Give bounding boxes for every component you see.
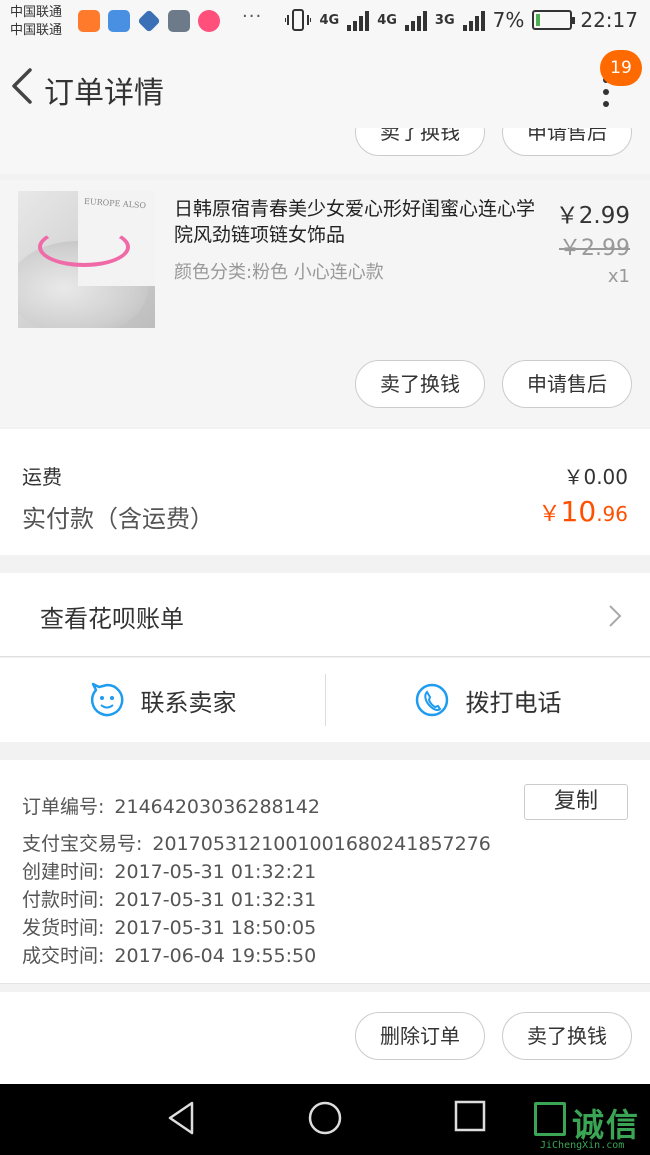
shipped-row: 发货时间: 2017-05-31 18:50:05 bbox=[22, 913, 316, 940]
paid-row: 付款时间: 2017-05-31 01:32:31 bbox=[22, 885, 316, 912]
aftersale-button-previous[interactable]: 申请售后 bbox=[502, 128, 632, 156]
signal-icon-3 bbox=[462, 9, 485, 31]
order-number-label: 订单编号: bbox=[22, 796, 105, 818]
network-type-3: 3G bbox=[434, 12, 455, 28]
completed-time: 2017-06-04 19:55:50 bbox=[114, 945, 317, 967]
chat-face-icon bbox=[90, 682, 123, 717]
completed-label: 成交时间: bbox=[22, 945, 105, 967]
sell-button-previous[interactable]: 卖了换钱 bbox=[355, 128, 485, 156]
paid-label: 付款时间: bbox=[22, 889, 105, 911]
product-price: ￥2.99 bbox=[555, 203, 630, 229]
nav-back-icon[interactable] bbox=[166, 1100, 196, 1136]
product-quantity: x1 bbox=[607, 266, 630, 287]
order-item[interactable]: EUROPE ALSO 日韩原宿青春美少女爱心形好闺蜜心连心学院风劲链项链女饰品… bbox=[0, 180, 650, 427]
signal-icon-2 bbox=[404, 9, 427, 31]
signal-icon bbox=[347, 9, 370, 31]
vibrate-icon bbox=[285, 9, 312, 31]
call-phone-button[interactable]: 拨打电话 bbox=[325, 658, 650, 742]
carrier-2: 中国联通 bbox=[10, 23, 63, 38]
status-bar: 中国联通 中国联通 ··· 4G 4G 3G 7% 22:17 bbox=[0, 0, 650, 44]
sell-button-bottom[interactable]: 卖了换钱 bbox=[502, 1012, 632, 1060]
product-title[interactable]: 日韩原宿青春美少女爱心形好闺蜜心连心学院风劲链项链女饰品 bbox=[174, 196, 550, 248]
alipay-row: 支付宝交易号: 2017053121001001680241857276 bbox=[22, 829, 491, 856]
carrier-1: 中国联通 bbox=[10, 5, 63, 20]
delete-order-button[interactable]: 删除订单 bbox=[355, 1012, 485, 1060]
clock: 22:17 bbox=[580, 8, 638, 32]
bottom-action-bar: 删除订单 卖了换钱 bbox=[0, 992, 650, 1084]
shipped-label: 发货时间: bbox=[22, 917, 105, 939]
product-image[interactable]: EUROPE ALSO bbox=[18, 191, 155, 328]
product-sku: 颜色分类:粉色 小心连心款 bbox=[174, 262, 384, 283]
huabei-bill-row[interactable]: 查看花呗账单 bbox=[0, 573, 650, 657]
notification-icons bbox=[78, 9, 220, 33]
previous-item-actions: 卖了换钱 申请售后 bbox=[0, 128, 650, 174]
app-notification-icon bbox=[78, 10, 100, 32]
battery-percent: 7% bbox=[492, 8, 525, 32]
nav-home-icon[interactable] bbox=[307, 1100, 343, 1136]
gallery-app-icon bbox=[168, 10, 190, 32]
alipay-number: 2017053121001001680241857276 bbox=[152, 833, 491, 855]
social-app-icon bbox=[198, 10, 220, 32]
paid-time: 2017-05-31 01:32:31 bbox=[114, 889, 317, 911]
product-original-price: ￥2.99 bbox=[559, 236, 630, 261]
fees-section: 运费 ￥0.00 实付款（含运费） ￥10.96 bbox=[0, 429, 650, 555]
map-app-icon bbox=[137, 9, 161, 33]
order-number-row: 订单编号: 21464203036288142 bbox=[22, 792, 320, 819]
copy-button[interactable]: 复制 bbox=[524, 784, 628, 820]
sell-button[interactable]: 卖了换钱 bbox=[355, 360, 485, 408]
order-number: 21464203036288142 bbox=[114, 796, 320, 818]
carrier-info: 中国联通 中国联通 bbox=[10, 4, 62, 40]
created-time: 2017-05-31 01:32:21 bbox=[114, 861, 317, 883]
contact-bar: 联系卖家 拨打电话 bbox=[0, 658, 650, 742]
battery-icon bbox=[532, 10, 576, 30]
phone-icon bbox=[415, 683, 448, 717]
shipping-value: ￥0.00 bbox=[563, 465, 628, 489]
watermark-domain: JiChengXin.com bbox=[540, 1140, 625, 1151]
call-phone-label: 拨打电话 bbox=[465, 688, 562, 717]
network-type-1: 4G bbox=[319, 12, 340, 28]
network-type-2: 4G bbox=[377, 12, 397, 28]
nav-recents-icon[interactable] bbox=[454, 1100, 486, 1132]
completed-row: 成交时间: 2017-06-04 19:55:50 bbox=[22, 941, 316, 968]
aftersale-button[interactable]: 申请售后 bbox=[502, 360, 632, 408]
created-row: 创建时间: 2017-05-31 01:32:21 bbox=[22, 857, 316, 884]
shipped-time: 2017-05-31 18:50:05 bbox=[114, 917, 317, 939]
total-amount: ￥10.96 bbox=[538, 495, 628, 528]
nav-bar: 订单详情 19 bbox=[0, 44, 650, 128]
more-notifications-icon: ··· bbox=[242, 6, 263, 27]
back-arrow-icon[interactable] bbox=[8, 66, 36, 106]
alipay-label: 支付宝交易号: bbox=[22, 833, 143, 855]
created-label: 创建时间: bbox=[22, 861, 105, 883]
page-title: 订单详情 bbox=[44, 76, 164, 111]
contact-seller-label: 联系卖家 bbox=[140, 688, 237, 717]
huabei-label[interactable]: 查看花呗账单 bbox=[40, 599, 184, 634]
watermark-logo-icon bbox=[534, 1102, 566, 1136]
contact-seller-button[interactable]: 联系卖家 bbox=[0, 658, 325, 742]
heart-choker-necklace-image bbox=[38, 227, 130, 267]
chevron-right-icon bbox=[609, 605, 622, 627]
message-badge: 19 bbox=[600, 50, 642, 86]
total-label: 实付款（含运费） bbox=[22, 505, 214, 533]
order-info-section: 订单编号: 21464203036288142 复制 支付宝交易号: 2017053… bbox=[0, 760, 650, 984]
watermark: 诚信 JiChengXin.com bbox=[532, 1100, 650, 1155]
shipping-label: 运费 bbox=[22, 465, 62, 489]
health-app-icon bbox=[108, 10, 130, 32]
